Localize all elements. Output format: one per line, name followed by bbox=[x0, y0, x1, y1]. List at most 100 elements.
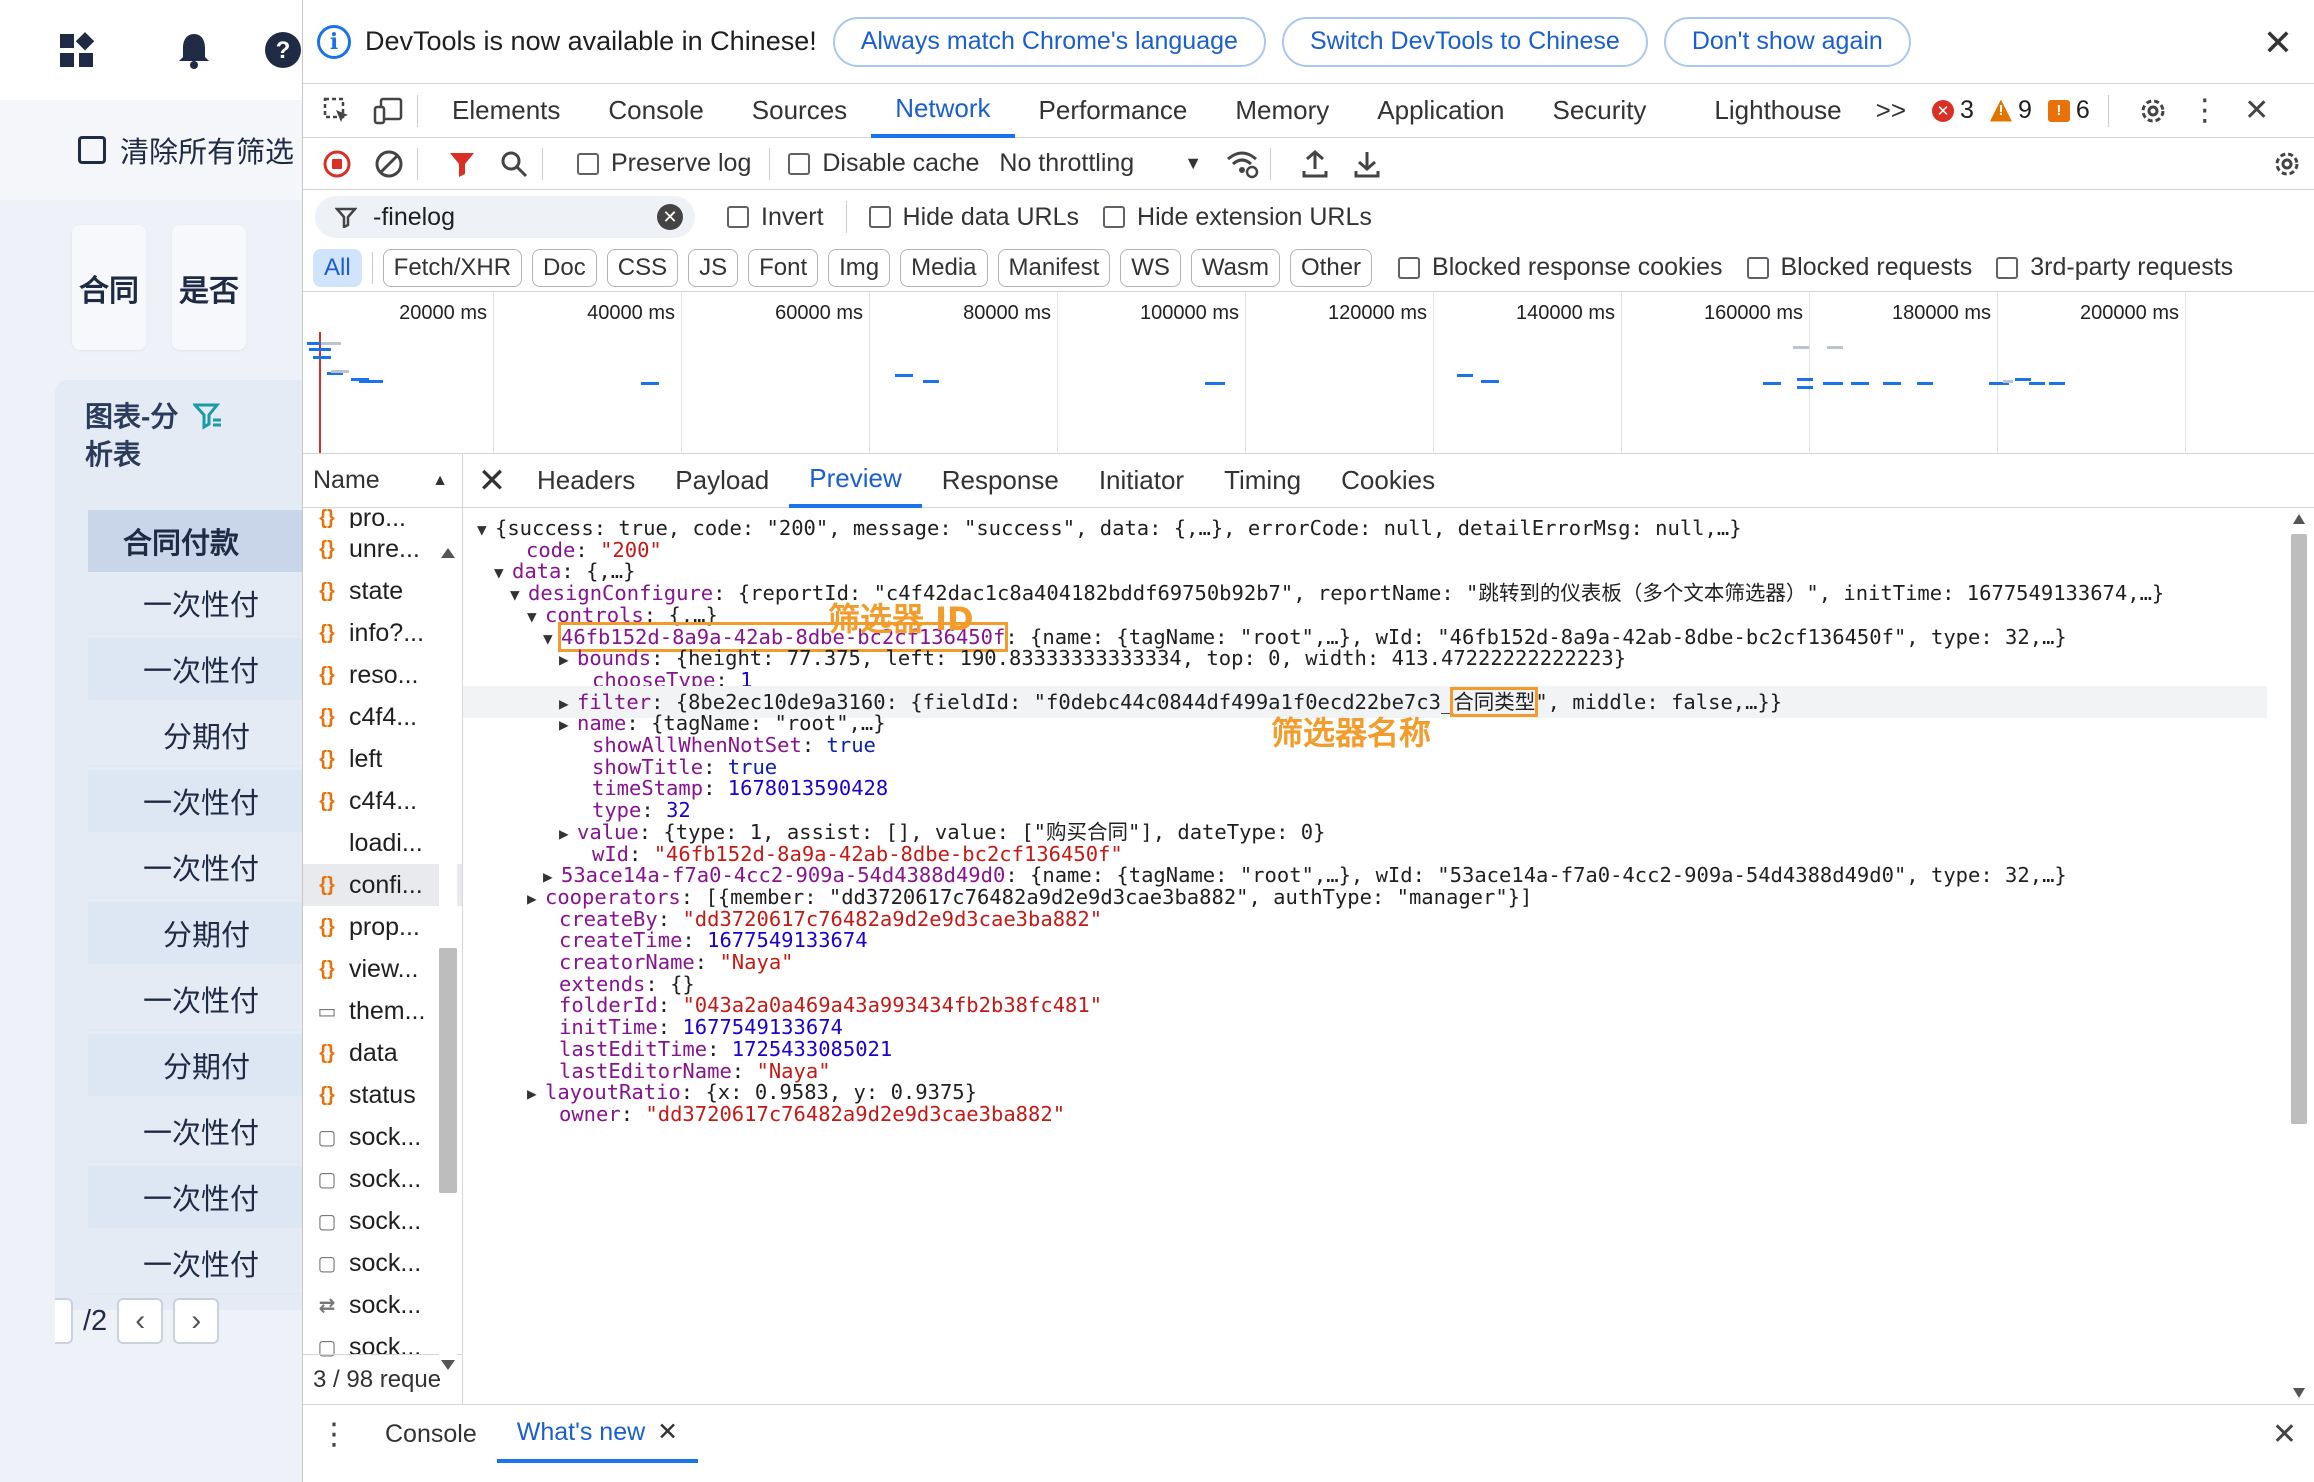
checkbox-box[interactable] bbox=[1103, 206, 1126, 228]
fetch-request-icon: {} bbox=[319, 1041, 335, 1064]
type-chip-fetchxhr[interactable]: Fetch/XHR bbox=[382, 248, 523, 287]
type-chip-media[interactable]: Media bbox=[900, 248, 988, 287]
type-chip-ws[interactable]: WS bbox=[1120, 248, 1181, 287]
checkbox-box[interactable] bbox=[788, 152, 811, 175]
apps-icon[interactable] bbox=[58, 32, 96, 70]
expanded-triangle-icon[interactable]: ▼ bbox=[477, 514, 495, 546]
type-chip-manifest[interactable]: Manifest bbox=[997, 248, 1111, 287]
preserve-log-checkbox[interactable]: Preserve log bbox=[577, 149, 751, 178]
network-settings-gear-icon[interactable] bbox=[2269, 146, 2305, 182]
type-chip-other[interactable]: Other bbox=[1290, 248, 1373, 287]
next-page-button[interactable]: › bbox=[173, 1298, 220, 1344]
tab-application[interactable]: Application bbox=[1353, 84, 1528, 138]
tab-memory[interactable]: Memory bbox=[1211, 84, 1353, 138]
always-match-language-button[interactable]: Always match Chrome's language bbox=[832, 16, 1266, 67]
disable-cache-checkbox[interactable]: Disable cache bbox=[788, 149, 979, 178]
close-icon[interactable]: ✕ bbox=[2263, 22, 2293, 64]
detail-tab-preview[interactable]: Preview bbox=[789, 454, 922, 508]
requests-scrollbar[interactable] bbox=[433, 508, 463, 1408]
detail-tab-response[interactable]: Response bbox=[922, 454, 1079, 508]
issue-count-badge[interactable]: ! 6 bbox=[2047, 96, 2090, 125]
drawer-menu-icon[interactable]: ⋮ bbox=[303, 1417, 365, 1452]
close-tab-icon[interactable]: ✕ bbox=[657, 1417, 678, 1447]
checkbox-box[interactable] bbox=[577, 152, 599, 175]
funnel-icon[interactable] bbox=[193, 402, 223, 430]
drawer-tab-console[interactable]: Console bbox=[365, 1405, 497, 1463]
type-chip-wasm[interactable]: Wasm bbox=[1190, 248, 1281, 287]
throttling-select[interactable]: No throttling ▼ bbox=[999, 149, 1202, 178]
clear-all-filters-button[interactable]: 清除所有筛选 bbox=[0, 100, 302, 200]
filter-card-whether[interactable]: 是否 bbox=[172, 225, 246, 350]
blocked-requests-checkbox[interactable]: Blocked requests bbox=[1746, 253, 1972, 282]
filter-input[interactable]: -finelog ✕ bbox=[315, 196, 695, 238]
json-tree-node[interactable]: ▼ designConfigure: {reportId: "c4f42dac1c… bbox=[510, 577, 2164, 609]
request-name: left bbox=[349, 744, 383, 773]
filter-card-contract[interactable]: 合同 bbox=[72, 225, 146, 350]
detail-tab-initiator[interactable]: Initiator bbox=[1079, 454, 1204, 508]
detail-tab-timing[interactable]: Timing bbox=[1204, 454, 1321, 508]
detail-tab-cookies[interactable]: Cookies bbox=[1321, 454, 1455, 508]
tab-elements[interactable]: Elements bbox=[428, 84, 584, 138]
warning-count-badge[interactable]: ! 9 bbox=[1989, 96, 2032, 125]
clear-log-icon[interactable] bbox=[371, 146, 407, 182]
tab-lighthouse[interactable]: Lighthouse bbox=[1690, 84, 1865, 138]
blocked-response-cookies-checkbox[interactable]: Blocked response cookies bbox=[1398, 253, 1723, 282]
checkbox-box[interactable] bbox=[868, 206, 891, 228]
invert-checkbox[interactable]: Invert bbox=[727, 203, 824, 232]
preview-scrollbar[interactable] bbox=[2283, 508, 2314, 1404]
search-icon[interactable] bbox=[496, 146, 532, 182]
type-chip-js[interactable]: JS bbox=[688, 248, 739, 287]
clear-filters-label: 清除所有筛选 bbox=[120, 137, 295, 169]
more-options-icon[interactable]: ⋮ bbox=[2187, 93, 2223, 129]
hide-data-urls-checkbox[interactable]: Hide data URLs bbox=[868, 203, 1079, 232]
checkbox-box[interactable] bbox=[1746, 256, 1769, 279]
switch-to-chinese-button[interactable]: Switch DevTools to Chinese bbox=[1281, 16, 1648, 67]
checkbox-box[interactable] bbox=[1996, 256, 2019, 279]
import-har-icon[interactable] bbox=[1297, 146, 1333, 182]
fetch-request-icon: {} bbox=[319, 1083, 335, 1106]
detail-tab-payload[interactable]: Payload bbox=[655, 454, 789, 508]
type-chip-font[interactable]: Font bbox=[748, 248, 819, 287]
name-column-header[interactable]: Name ▲ bbox=[303, 454, 462, 508]
error-count-badge[interactable]: ✕ 3 bbox=[1932, 96, 1974, 125]
checkbox-box[interactable] bbox=[1398, 256, 1421, 279]
network-conditions-icon[interactable] bbox=[1224, 146, 1260, 182]
tab-performance[interactable]: Performance bbox=[1015, 84, 1212, 138]
close-detail-icon[interactable]: ✕ bbox=[467, 461, 517, 501]
bell-icon[interactable] bbox=[176, 30, 212, 70]
separator bbox=[417, 94, 418, 127]
export-har-icon[interactable] bbox=[1349, 146, 1385, 182]
more-tabs-button[interactable]: >> bbox=[1866, 84, 1916, 138]
tab-sources[interactable]: Sources bbox=[728, 84, 871, 138]
type-chip-all[interactable]: All bbox=[313, 248, 362, 287]
dont-show-again-button[interactable]: Don't show again bbox=[1663, 16, 1911, 67]
checkbox-box[interactable] bbox=[727, 206, 749, 228]
detail-tab-headers[interactable]: Headers bbox=[517, 454, 655, 508]
close-drawer-icon[interactable]: ✕ bbox=[2272, 1417, 2297, 1452]
record-stop-icon[interactable] bbox=[319, 146, 355, 182]
type-chip-doc[interactable]: Doc bbox=[532, 248, 597, 287]
fetch-request-icon: {} bbox=[319, 915, 335, 938]
filter-funnel-icon[interactable] bbox=[444, 146, 480, 182]
resource-type-filter: All Fetch/XHR Doc CSS JS Font Img Media Manifest… bbox=[303, 244, 2314, 292]
drawer-tab-whats-new[interactable]: What's new ✕ bbox=[496, 1405, 699, 1463]
tab-network[interactable]: Network bbox=[871, 84, 1015, 138]
expanded-triangle-icon[interactable]: ▼ bbox=[510, 579, 528, 611]
type-chip-css[interactable]: CSS bbox=[606, 248, 679, 287]
device-toolbar-icon[interactable] bbox=[371, 93, 407, 129]
settings-gear-icon[interactable] bbox=[2135, 93, 2171, 129]
json-tree-node[interactable]: ▼ {success: true, code: "200", message: "… bbox=[477, 512, 1742, 544]
tab-security[interactable]: Security bbox=[1529, 84, 1671, 138]
inspect-element-icon[interactable] bbox=[319, 93, 355, 129]
hide-extension-urls-checkbox[interactable]: Hide extension URLs bbox=[1103, 203, 1372, 232]
network-overview-timeline[interactable]: 20000 ms 40000 ms 60000 ms 80000 ms 100000 m… bbox=[303, 292, 2314, 454]
close-devtools-icon[interactable]: ✕ bbox=[2239, 93, 2275, 129]
clear-filter-icon[interactable]: ✕ bbox=[657, 204, 683, 230]
prev-page-button[interactable]: ‹ bbox=[117, 1298, 164, 1344]
help-icon[interactable]: ? bbox=[263, 30, 302, 70]
third-party-requests-checkbox[interactable]: 3rd-party requests bbox=[1996, 253, 2233, 282]
page-input[interactable] bbox=[55, 1298, 73, 1344]
type-chip-img[interactable]: Img bbox=[828, 248, 891, 287]
tab-console[interactable]: Console bbox=[584, 84, 727, 138]
fetch-request-icon: {} bbox=[319, 663, 335, 686]
